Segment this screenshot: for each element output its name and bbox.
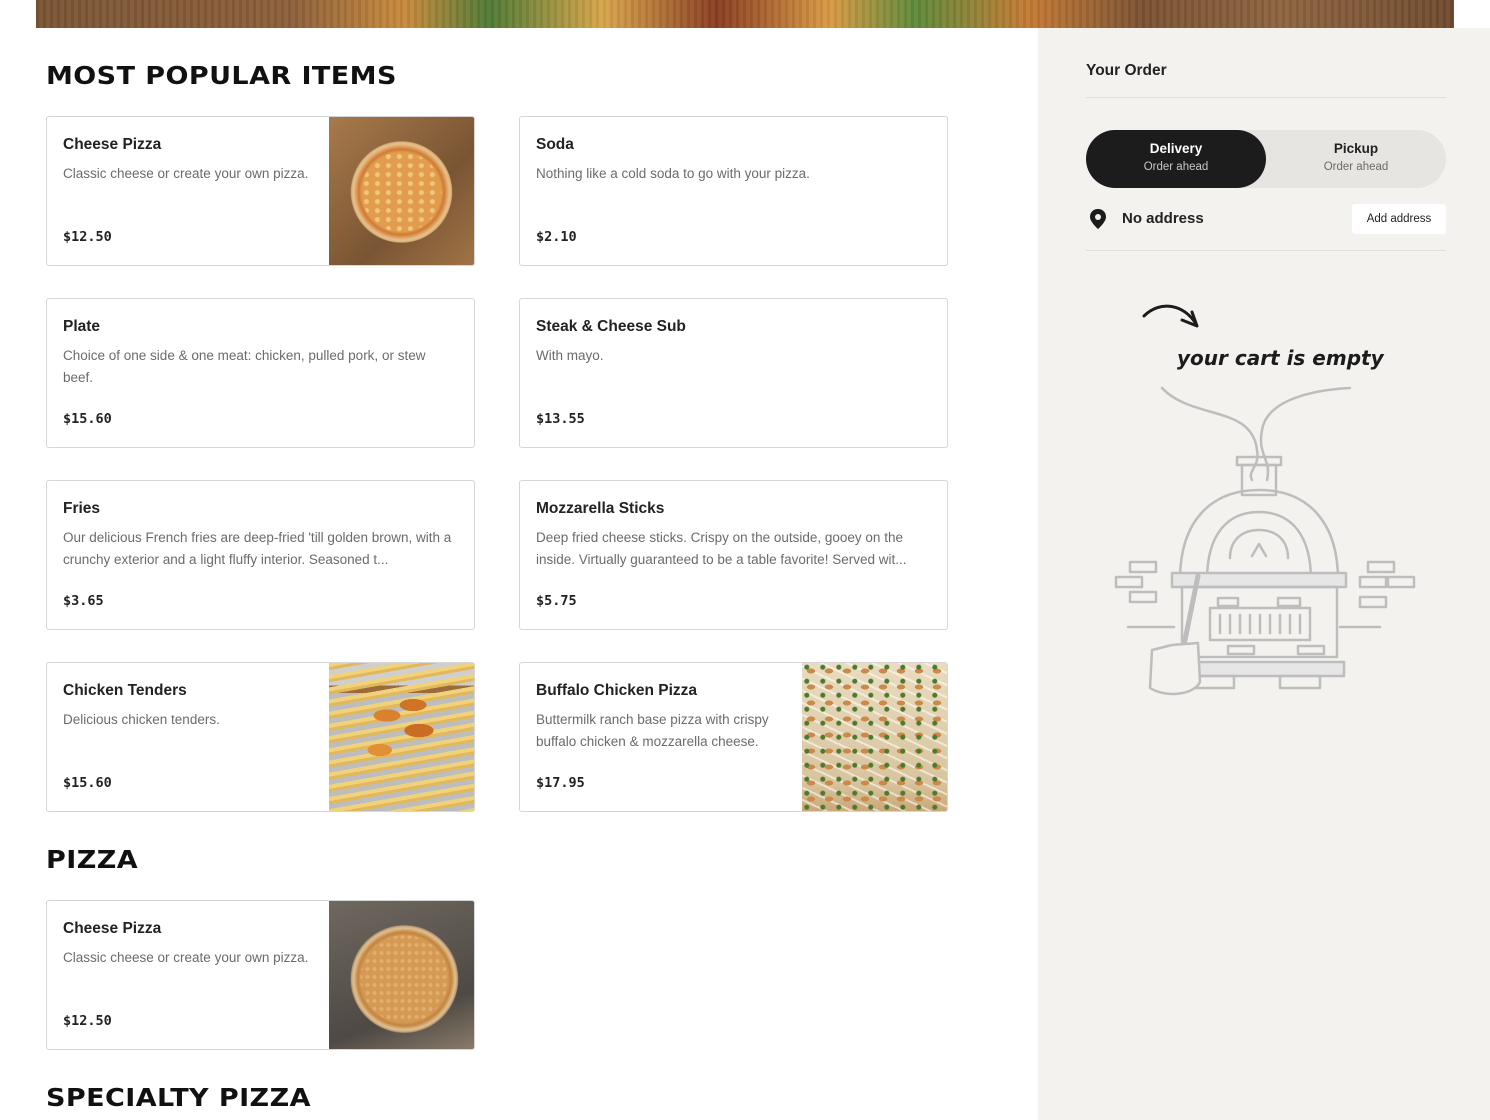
menu-item-card[interactable]: Cheese Pizza Classic cheese or create yo… — [46, 900, 475, 1050]
item-price: $12.50 — [63, 229, 112, 245]
item-price: $13.55 — [536, 411, 585, 427]
menu-item-card[interactable]: Buffalo Chicken Pizza Buttermilk ranch b… — [519, 662, 948, 812]
item-price: $17.95 — [536, 775, 585, 791]
delivery-option[interactable]: Delivery Order ahead — [1086, 130, 1266, 188]
item-price: $5.75 — [536, 593, 577, 609]
order-sidebar: Your Order Delivery Order ahead Pickup O… — [1038, 28, 1490, 1120]
fulfillment-toggle: Delivery Order ahead Pickup Order ahead — [1086, 130, 1446, 188]
item-description: Delicious chicken tenders. — [63, 712, 220, 727]
hero-banner-image — [36, 0, 1454, 28]
item-name: Cheese Pizza — [63, 920, 162, 937]
item-image — [329, 117, 474, 265]
item-description: With mayo. — [536, 348, 604, 363]
item-price: $2.10 — [536, 229, 577, 245]
item-description: Our delicious French fries are deep-frie… — [63, 530, 452, 567]
divider — [1086, 250, 1446, 251]
menu-item-card[interactable]: Plate Choice of one side & one meat: chi… — [46, 298, 475, 448]
menu-panel: MOST POPULAR ITEMS Cheese Pizza Classic … — [0, 28, 1038, 1120]
item-name: Steak & Cheese Sub — [536, 318, 686, 335]
curved-arrow-icon — [1142, 304, 1199, 328]
menu-item-card[interactable]: Steak & Cheese Sub With mayo. $13.55 — [519, 298, 948, 448]
item-price: $12.50 — [63, 1013, 112, 1029]
menu-item-card[interactable]: Cheese Pizza Classic cheese or create yo… — [46, 116, 475, 266]
item-description: Deep fried cheese sticks. Crispy on the … — [536, 530, 907, 567]
empty-cart-text: your cart is empty — [1177, 346, 1385, 370]
menu-item-card[interactable]: Soda Nothing like a cold soda to go with… — [519, 116, 948, 266]
item-image — [329, 663, 474, 811]
item-description: Choice of one side & one meat: chicken, … — [63, 348, 426, 385]
item-description: Classic cheese or create your own pizza. — [63, 166, 309, 181]
order-title: Your Order — [1086, 62, 1167, 79]
menu-item-card[interactable]: Chicken Tenders Delicious chicken tender… — [46, 662, 475, 812]
item-price: $15.60 — [63, 411, 112, 427]
delivery-label: Delivery — [1149, 141, 1203, 156]
delivery-sublabel: Order ahead — [1143, 161, 1209, 173]
item-name: Buffalo Chicken Pizza — [536, 682, 698, 699]
item-image — [802, 663, 947, 811]
pizza-oven-illustration — [1114, 386, 1416, 696]
item-name: Mozzarella Sticks — [536, 500, 665, 517]
pickup-option[interactable]: Pickup Order ahead — [1266, 130, 1446, 188]
pickup-label: Pickup — [1333, 141, 1379, 156]
pickup-sublabel: Order ahead — [1323, 161, 1389, 173]
item-price: $15.60 — [63, 775, 112, 791]
section-title-most-popular: MOST POPULAR ITEMS — [46, 61, 397, 90]
item-description: Buttermilk ranch base pizza with crispy … — [536, 712, 769, 749]
item-name: Plate — [63, 318, 101, 335]
item-name: Cheese Pizza — [63, 136, 162, 153]
item-description: Nothing like a cold soda to go with your… — [536, 166, 810, 181]
add-address-button[interactable]: Add address — [1352, 204, 1446, 234]
item-description: Classic cheese or create your own pizza. — [63, 950, 309, 965]
empty-cart-illustration: your cart is empty — [1114, 304, 1416, 696]
section-title-specialty-pizza: SPECIALTY PIZZA — [46, 1083, 311, 1112]
item-name: Soda — [536, 136, 574, 153]
menu-item-card[interactable]: Mozzarella Sticks Deep fried cheese stic… — [519, 480, 948, 630]
item-name: Fries — [63, 500, 101, 517]
menu-item-card[interactable]: Fries Our delicious French fries are dee… — [46, 480, 475, 630]
item-price: $3.65 — [63, 593, 104, 609]
divider — [1086, 97, 1446, 98]
address-text: No address — [1122, 210, 1204, 227]
item-name: Chicken Tenders — [63, 682, 187, 699]
item-image — [329, 901, 474, 1049]
section-title-pizza: PIZZA — [46, 845, 139, 874]
location-pin-icon — [1090, 209, 1106, 229]
